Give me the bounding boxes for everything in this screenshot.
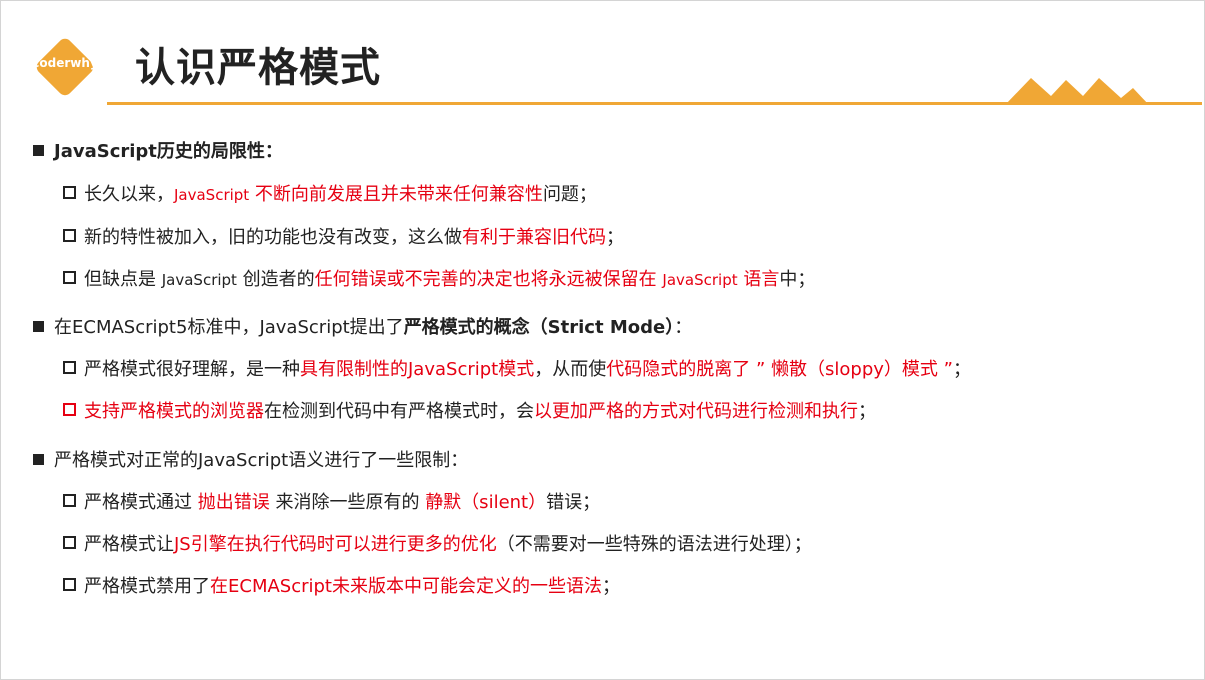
hollow-square-bullet-icon <box>63 403 76 416</box>
section-3-heading: 严格模式对正常的JavaScript语义进行了一些限制： <box>33 449 468 473</box>
hollow-square-bullet-icon <box>63 229 76 242</box>
list-item: 新的特性被加入，旧的功能也没有改变，这么做有利于兼容旧代码； <box>63 226 624 250</box>
list-item: 但缺点是 JavaScript 创造者的任何错误或不完善的决定也将永远被保留在 … <box>63 268 815 292</box>
section-1-heading: JavaScript历史的局限性： <box>33 140 283 164</box>
logo-text: coderwhy <box>32 56 98 70</box>
coderwhy-logo: coderwhy <box>27 29 99 101</box>
square-bullet-icon <box>33 454 44 465</box>
list-item: 严格模式让JS引擎在执行代码时可以进行更多的优化（不需要对一些特殊的语法进行处理… <box>63 533 812 557</box>
section-2-heading: 在ECMAScript5标准中，JavaScript提出了严格模式的概念（Str… <box>33 316 692 340</box>
square-bullet-icon <box>33 321 44 332</box>
list-item: 严格模式很好理解，是一种具有限制性的JavaScript模式，从而使代码隐式的脱… <box>63 358 971 382</box>
list-item: 长久以来，JavaScript 不断向前发展且并未带来任何兼容性问题； <box>63 183 597 207</box>
hollow-square-bullet-icon <box>63 186 76 199</box>
hollow-square-bullet-icon <box>63 361 76 374</box>
list-item: 严格模式禁用了在ECMAScript未来版本中可能会定义的一些语法； <box>63 575 620 599</box>
slide: coderwhy 认识严格模式 JavaScript历史的局限性： 长久以来，J… <box>0 0 1205 680</box>
hollow-square-bullet-icon <box>63 578 76 591</box>
list-item: 严格模式通过 抛出错误 来消除一些原有的 静默（silent）错误； <box>63 491 600 515</box>
page-title: 认识严格模式 <box>135 45 381 91</box>
hollow-square-bullet-icon <box>63 536 76 549</box>
square-bullet-icon <box>33 145 44 156</box>
hollow-square-bullet-icon <box>63 494 76 507</box>
list-item: 支持严格模式的浏览器在检测到代码中有严格模式时，会以更加严格的方式对代码进行检测… <box>63 400 876 424</box>
hollow-square-bullet-icon <box>63 271 76 284</box>
title-underline <box>107 102 1202 105</box>
